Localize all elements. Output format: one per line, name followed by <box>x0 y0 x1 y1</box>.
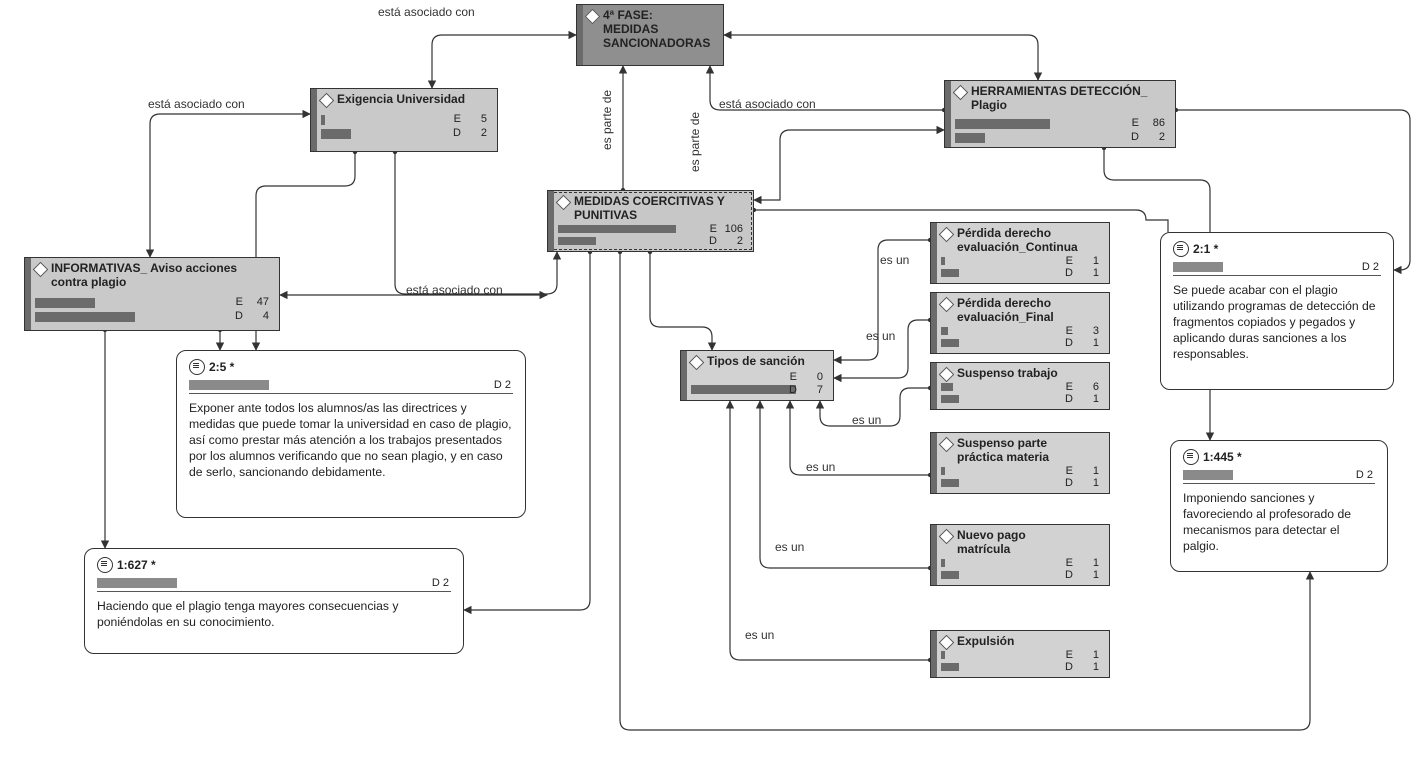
memo-d: D 2 <box>1362 261 1379 273</box>
node-title: Exigencia Universidad <box>337 92 489 106</box>
memo-icon <box>1183 449 1199 465</box>
node-coercitivas[interactable]: MEDIDAS COERCITIVAS Y PUNITIVAS E106 D2 <box>547 190 754 252</box>
node-title: Suspenso trabajo <box>957 366 1101 380</box>
memo-ref: 1:445 * <box>1203 450 1242 464</box>
edge-label: es un <box>745 628 774 642</box>
node-title: Pérdida derecho evaluación_Final <box>957 296 1101 324</box>
node-sancion-suspenso-trabajo[interactable]: Suspenso trabajo E6 D1 <box>930 362 1110 410</box>
edge-label: es un <box>775 540 804 554</box>
memo-ref: 2:1 * <box>1193 242 1218 256</box>
node-title: 4ª FASE: MEDIDAS SANCIONADORAS <box>603 8 715 50</box>
edge-label: está asociado con <box>378 5 475 19</box>
node-title: INFORMATIVAS_ Aviso acciones contra plag… <box>51 261 271 289</box>
memo-icon <box>189 359 205 375</box>
edge-label: está asociado con <box>406 283 503 297</box>
node-exigencia[interactable]: Exigencia Universidad E5 D2 <box>310 88 498 152</box>
edge-label: es parte de <box>600 90 614 150</box>
memo-ref: 2:5 * <box>209 360 234 374</box>
node-title: Tipos de sanción <box>707 354 825 368</box>
edge-label: está asociado con <box>719 97 816 111</box>
memo-2-1[interactable]: 2:1 * D 2 Se puede acabar con el plagio … <box>1160 232 1394 390</box>
node-informativas[interactable]: INFORMATIVAS_ Aviso acciones contra plag… <box>24 257 280 331</box>
memo-text: Exponer ante todos los alumnos/as las di… <box>189 400 513 480</box>
node-sancion-expulsion[interactable]: Expulsión E1 D1 <box>930 630 1110 678</box>
edge-label: es un <box>866 329 895 343</box>
memo-2-5[interactable]: 2:5 * D 2 Exponer ante todos los alumnos… <box>176 350 526 518</box>
memo-text: Se puede acabar con el plagio utilizando… <box>1173 282 1381 362</box>
edge-label: es un <box>880 253 909 267</box>
memo-ref: 1:627 * <box>117 558 156 572</box>
node-title: HERRAMIENTAS DETECCIÓN_ Plagio <box>971 84 1167 112</box>
node-sancion-continua[interactable]: Pérdida derecho evaluación_Continua E1 D… <box>930 222 1110 284</box>
node-title: Nuevo pago matrícula <box>957 528 1101 556</box>
node-tipos[interactable]: Tipos de sanción E0 D7 <box>680 350 834 401</box>
edge-label: es un <box>852 413 881 427</box>
node-sancion-nuevo-pago[interactable]: Nuevo pago matrícula E1 D1 <box>930 524 1110 586</box>
memo-text: Haciendo que el plagio tenga mayores con… <box>97 598 451 630</box>
node-sancion-suspenso-practica[interactable]: Suspenso parte práctica materia E1 D1 <box>930 432 1110 494</box>
diagram-canvas: { "labels":{ "asoc":"está asociado con",… <box>0 0 1424 758</box>
memo-icon <box>97 557 113 573</box>
memo-d: D 2 <box>494 379 511 391</box>
node-herramientas[interactable]: HERRAMIENTAS DETECCIÓN_ Plagio E86 D2 <box>944 80 1176 148</box>
memo-1-445[interactable]: 1:445 * D 2 Imponiendo sanciones y favor… <box>1170 440 1388 572</box>
node-title: Pérdida derecho evaluación_Continua <box>957 226 1101 254</box>
memo-d: D 2 <box>432 577 449 589</box>
memo-d: D 2 <box>1356 469 1373 481</box>
memo-text: Imponiendo sanciones y favoreciendo al p… <box>1183 490 1375 554</box>
node-title: MEDIDAS COERCITIVAS Y PUNITIVAS <box>574 194 745 222</box>
edge-label: es un <box>806 460 835 474</box>
node-title: Suspenso parte práctica materia <box>957 436 1101 464</box>
edge-label: es parte de <box>688 112 702 172</box>
memo-1-627[interactable]: 1:627 * D 2 Haciendo que el plagio tenga… <box>84 548 464 654</box>
node-sancion-final[interactable]: Pérdida derecho evaluación_Final E3 D1 <box>930 292 1110 354</box>
node-title: Expulsión <box>957 634 1101 648</box>
memo-icon <box>1173 241 1189 257</box>
edge-label: está asociado con <box>148 97 245 111</box>
node-fase[interactable]: 4ª FASE: MEDIDAS SANCIONADORAS <box>576 4 724 66</box>
